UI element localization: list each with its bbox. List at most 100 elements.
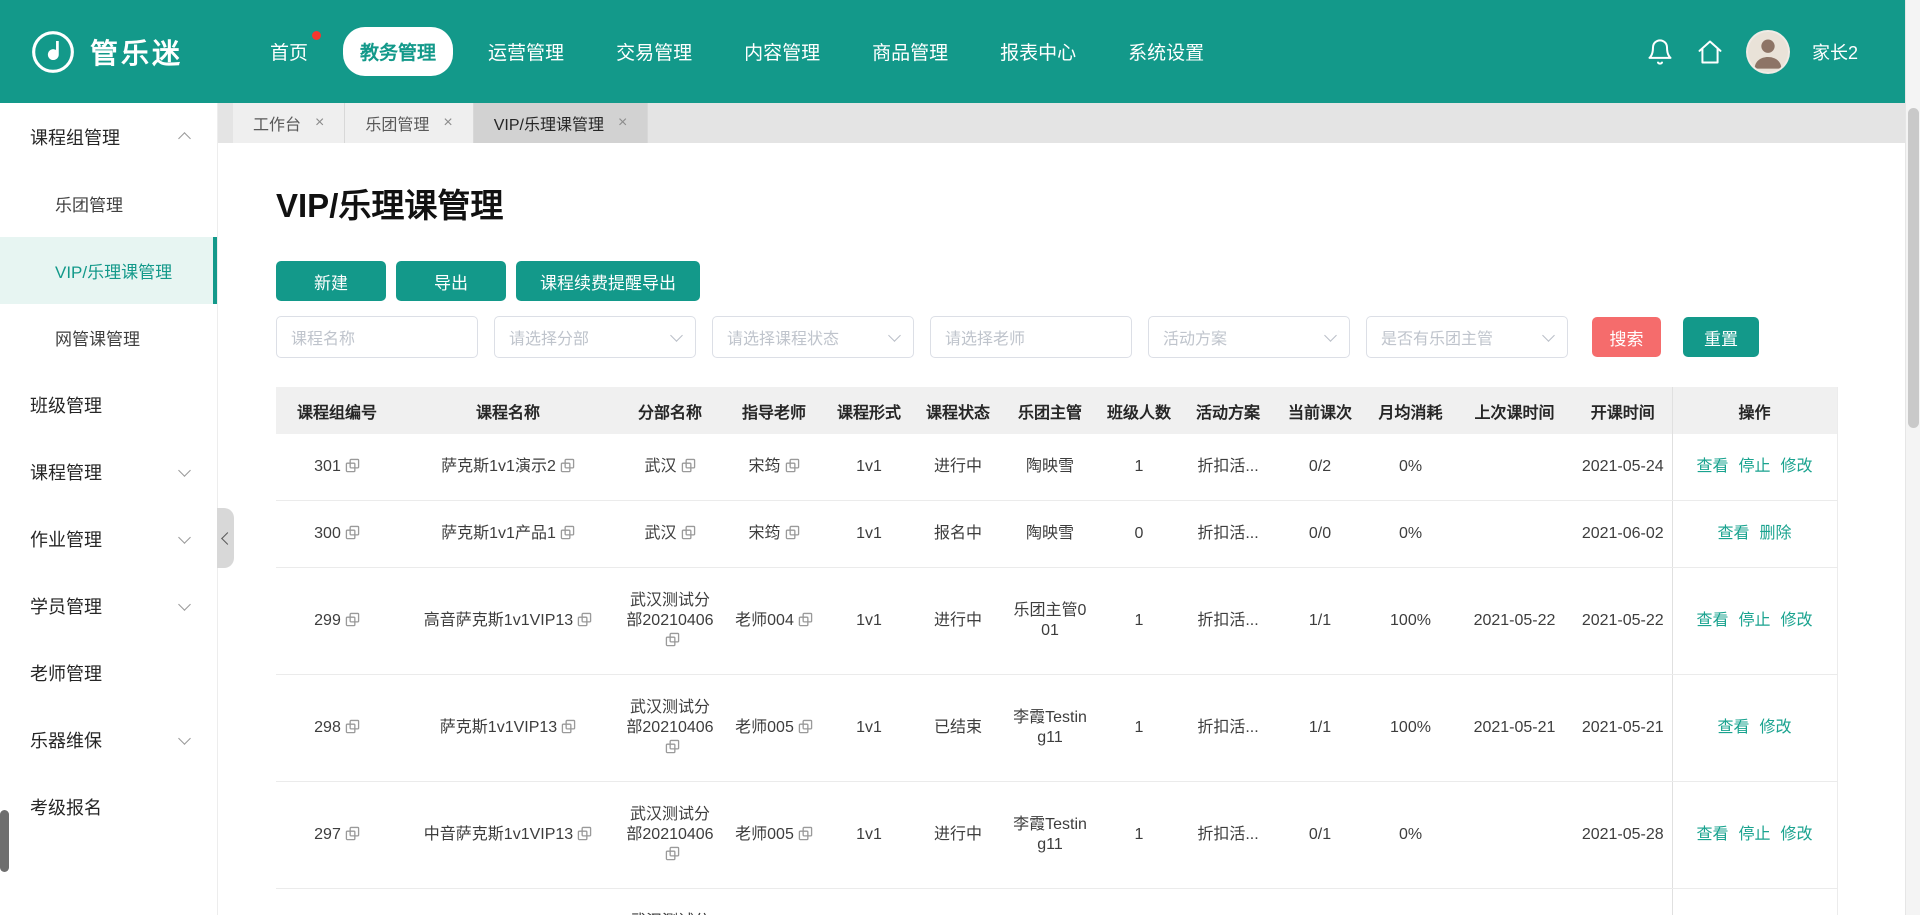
copy-icon[interactable]: [345, 458, 360, 473]
tab-close-icon[interactable]: ×: [618, 115, 627, 131]
copy-icon[interactable]: [665, 846, 680, 861]
search-button[interactable]: 搜索: [1592, 317, 1661, 357]
chevron-down-icon: [178, 531, 191, 544]
tab-close-icon[interactable]: ×: [443, 115, 452, 131]
sidebar-scrollbar-thumb[interactable]: [0, 810, 9, 872]
nav-item-4[interactable]: 内容管理: [727, 27, 837, 76]
copy-icon[interactable]: [665, 632, 680, 647]
cell-start-time: 2021-05-22: [1574, 568, 1672, 675]
stop-link[interactable]: 停止: [1738, 826, 1770, 843]
cell-value: 老师005: [735, 719, 794, 736]
home-icon[interactable]: [1696, 38, 1724, 66]
delete-link[interactable]: 删除: [1760, 525, 1792, 542]
activity-plan-filter[interactable]: 活动方案: [1148, 316, 1350, 358]
copy-icon[interactable]: [798, 826, 813, 841]
avatar[interactable]: [1746, 30, 1790, 74]
sidebar-item-2[interactable]: 课程管理: [0, 438, 217, 505]
cell-last-lesson-time: 2021-05-21: [1455, 675, 1574, 782]
cell-id: 300: [276, 501, 398, 568]
copy-icon[interactable]: [577, 826, 592, 841]
create-button[interactable]: 新建: [276, 261, 386, 301]
sidebar-item-0[interactable]: 课程组管理: [0, 103, 217, 170]
edit-link[interactable]: 修改: [1781, 458, 1813, 475]
chevron-up-icon: [178, 132, 191, 145]
sidebar-item-6[interactable]: 乐器维保: [0, 706, 217, 773]
tab-0[interactable]: 工作台×: [233, 103, 345, 143]
tab-1[interactable]: 乐团管理×: [345, 103, 473, 143]
nav-item-label: 教务管理: [360, 43, 436, 64]
orchestra-manager-filter[interactable]: 是否有乐团主管: [1366, 316, 1568, 358]
branch-filter[interactable]: 请选择分部: [494, 316, 696, 358]
view-link[interactable]: 查看: [1717, 525, 1749, 542]
nav-item-1[interactable]: 教务管理: [343, 27, 453, 76]
copy-icon[interactable]: [561, 719, 576, 734]
copy-icon[interactable]: [345, 826, 360, 841]
sidebar-subitem-0-1[interactable]: VIP/乐理课管理: [0, 237, 217, 304]
edit-link[interactable]: 修改: [1781, 612, 1813, 629]
copy-icon[interactable]: [798, 612, 813, 627]
edit-link[interactable]: 修改: [1781, 826, 1813, 843]
cell-value: 中音萨克斯1v1VIP13: [424, 826, 573, 843]
sidebar-item-4[interactable]: 学员管理: [0, 572, 217, 639]
edit-link[interactable]: 修改: [1760, 719, 1792, 736]
nav-item-0[interactable]: 首页: [253, 27, 325, 76]
view-link[interactable]: 查看: [1696, 826, 1728, 843]
copy-icon[interactable]: [785, 525, 800, 540]
export-button[interactable]: 导出: [396, 261, 506, 301]
sidebar-item-5[interactable]: 老师管理: [0, 639, 217, 706]
stop-link[interactable]: 停止: [1738, 612, 1770, 629]
course-status-filter[interactable]: 请选择课程状态: [712, 316, 914, 358]
copy-icon[interactable]: [345, 525, 360, 540]
cell-branch: 武汉测试分部20210406: [618, 675, 722, 782]
teacher-filter[interactable]: 请选择老师: [930, 316, 1132, 358]
cell-value: 武汉测试分部20210406: [626, 699, 713, 736]
copy-icon[interactable]: [560, 525, 575, 540]
sidebar-subitem-0-0[interactable]: 乐团管理: [0, 170, 217, 237]
tab-close-icon[interactable]: ×: [315, 115, 324, 131]
copy-icon[interactable]: [681, 458, 696, 473]
course-name-filter[interactable]: 课程名称: [276, 316, 478, 358]
copy-icon[interactable]: [345, 719, 360, 734]
copy-icon[interactable]: [560, 458, 575, 473]
view-link[interactable]: 查看: [1696, 612, 1728, 629]
user-name[interactable]: 家长2: [1812, 39, 1858, 65]
copy-icon[interactable]: [681, 525, 696, 540]
sidebar-subitem-label: 网管课管理: [55, 325, 140, 350]
renewal-reminder-export-button[interactable]: 课程续费提醒导出: [516, 261, 700, 301]
tab-bar: 工作台×乐团管理×VIP/乐理课管理×: [218, 103, 1905, 143]
sidebar-subitem-0-2[interactable]: 网管课管理: [0, 304, 217, 371]
view-link[interactable]: 查看: [1717, 719, 1749, 736]
bell-icon[interactable]: [1646, 38, 1674, 66]
view-link[interactable]: 查看: [1696, 458, 1728, 475]
cell-class-size: 0: [1096, 501, 1182, 568]
app-logo[interactable]: 管乐迷: [30, 29, 183, 75]
sidebar-item-3[interactable]: 作业管理: [0, 505, 217, 572]
nav-item-7[interactable]: 系统设置: [1111, 27, 1221, 76]
tab-2[interactable]: VIP/乐理课管理×: [474, 103, 649, 143]
reset-button[interactable]: 重置: [1683, 317, 1759, 357]
cell-status: [912, 889, 1004, 915]
copy-icon[interactable]: [345, 612, 360, 627]
cell-monthly-consume: 0%: [1366, 782, 1455, 889]
copy-icon[interactable]: [665, 739, 680, 754]
cell-value: 1/1: [1309, 719, 1331, 736]
cell-actions: 查看停止修改: [1672, 568, 1837, 675]
nav-item-6[interactable]: 报表中心: [983, 27, 1093, 76]
nav-item-2[interactable]: 运营管理: [471, 27, 581, 76]
copy-icon[interactable]: [798, 719, 813, 734]
page-scrollbar[interactable]: [1905, 0, 1920, 915]
copy-icon[interactable]: [785, 458, 800, 473]
sidebar-collapse-handle[interactable]: [217, 508, 234, 568]
cell-start-time: [1574, 889, 1672, 915]
table-row: 299高音萨克斯1v1VIP13武汉测试分部20210406老师0041v1进行…: [276, 568, 1837, 675]
cell-teacher: 老师004: [722, 568, 826, 675]
sidebar-item-7[interactable]: 考级报名: [0, 773, 217, 840]
sidebar-item-1[interactable]: 班级管理: [0, 371, 217, 438]
cell-actions: 查看修改: [1672, 675, 1837, 782]
copy-icon[interactable]: [577, 612, 592, 627]
nav-item-3[interactable]: 交易管理: [599, 27, 709, 76]
page-scrollbar-thumb[interactable]: [1908, 108, 1919, 428]
stop-link[interactable]: 停止: [1738, 458, 1770, 475]
nav-item-5[interactable]: 商品管理: [855, 27, 965, 76]
cell-teacher: 老师005: [722, 782, 826, 889]
